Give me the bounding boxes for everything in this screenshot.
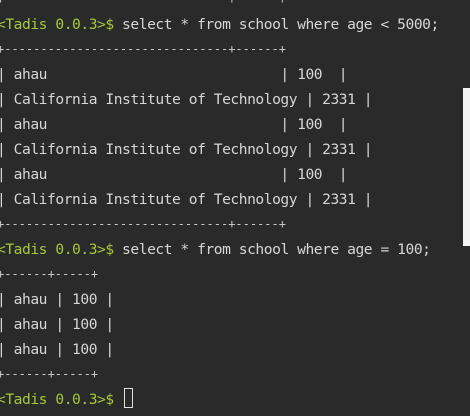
text-cursor (124, 388, 134, 408)
table-row: | ahau | 100 | (0, 166, 348, 183)
command-line: <Tadis 0.0.3>$ select * from school wher… (0, 12, 439, 37)
terminal-output: +-------------------------------+------+… (0, 0, 439, 412)
input-line: <Tadis 0.0.3>$ (0, 387, 439, 412)
command-line: <Tadis 0.0.3>$ select * from school wher… (0, 237, 439, 262)
table-row: | California Institute of Technology | 2… (0, 141, 373, 158)
shell-prompt: <Tadis 0.0.3>$ (0, 391, 114, 408)
table-row: | ahau | 100 | (0, 341, 114, 358)
table-row: | California Institute of Technology | 2… (0, 191, 373, 208)
command-text: select * from school where age = 100; (113, 241, 431, 258)
table-border: +------+-----+ (0, 267, 99, 281)
shell-prompt: <Tadis 0.0.3>$ (0, 16, 114, 33)
table-border: +------+-----+ (0, 367, 99, 381)
table-row: | ahau | 100 | (0, 116, 348, 133)
command-text: select * from school where age < 5000; (113, 16, 439, 33)
table-row: | ahau | 100 | (0, 66, 348, 83)
command-input[interactable] (114, 391, 122, 408)
shell-prompt: <Tadis 0.0.3>$ (0, 241, 114, 258)
table-border: +-------------------------------+------+ (0, 0, 439, 12)
table-row: | ahau | 100 | (0, 316, 114, 333)
table-row: | California Institute of Technology | 2… (0, 91, 373, 108)
table-border: +-------------------------------+------+ (0, 42, 286, 56)
table-row: | ahau | 100 | (0, 291, 114, 308)
table-border: +-------------------------------+------+ (0, 217, 286, 231)
terminal-window[interactable]: +-------------------------------+------+… (0, 0, 470, 416)
side-panel-edge (463, 88, 470, 246)
